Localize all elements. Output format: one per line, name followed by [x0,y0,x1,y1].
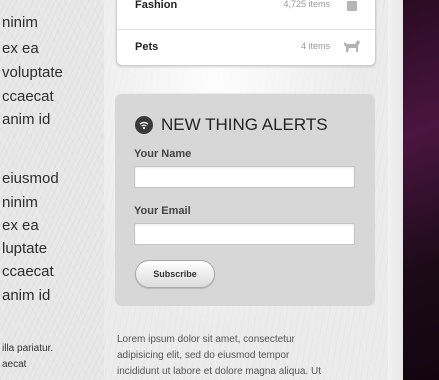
left-text-line: eiusmod [2,170,59,187]
left-text-line: anim id [2,111,51,128]
wifi-icon [135,116,153,134]
left-small-text-line: illa pariatur. [2,343,54,354]
left-text-line: ccaecat [2,263,54,280]
name-input[interactable] [134,166,355,188]
category-name: Fashion [135,0,178,11]
alerts-title-text: NEW THING ALERTS [161,115,328,134]
email-label: Your Email [134,205,191,217]
left-text-line: ninim [2,194,38,211]
hanger-icon [343,0,361,13]
category-row-pets[interactable]: Pets 4 items [117,29,375,65]
left-text-line: luptate [2,240,48,257]
body-text-line: adipisicing elit, sed do eiusmod tempor [117,350,290,361]
alerts-signup-box: NEW THING ALERTS Your Name Your Email Su… [115,93,375,306]
left-text-line: anim id [2,287,51,304]
email-input[interactable] [134,223,355,245]
category-count: 4,725 items [283,0,330,9]
body-text-line: Lorem ipsum dolor sit amet, consectetur [117,334,295,345]
left-text-line: ninim [2,14,38,31]
left-column: ninim ex ea voluptate ccaecat anim id ei… [0,0,104,380]
category-list: Fashion 4,725 items Pets 4 items [116,0,376,66]
alerts-title: NEW THING ALERTS [135,115,328,135]
left-text-line: ex ea [2,217,39,234]
right-gutter [388,0,403,380]
dog-icon [343,39,361,53]
left-text-line: voluptate [2,64,63,81]
subscribe-button[interactable]: Subscribe [135,260,215,288]
right-dark-background [403,0,439,380]
category-count: 4 items [300,41,330,51]
left-text-line: ccaecat [2,88,54,105]
left-text-line: ex ea [2,40,39,57]
category-row-fashion[interactable]: Fashion 4,725 items [117,0,375,28]
left-small-text-line: aecat [2,359,27,370]
category-name: Pets [135,41,159,53]
body-text-line: incididunt ut labore et dolore magna ali… [117,366,322,377]
name-label: Your Name [134,148,192,160]
